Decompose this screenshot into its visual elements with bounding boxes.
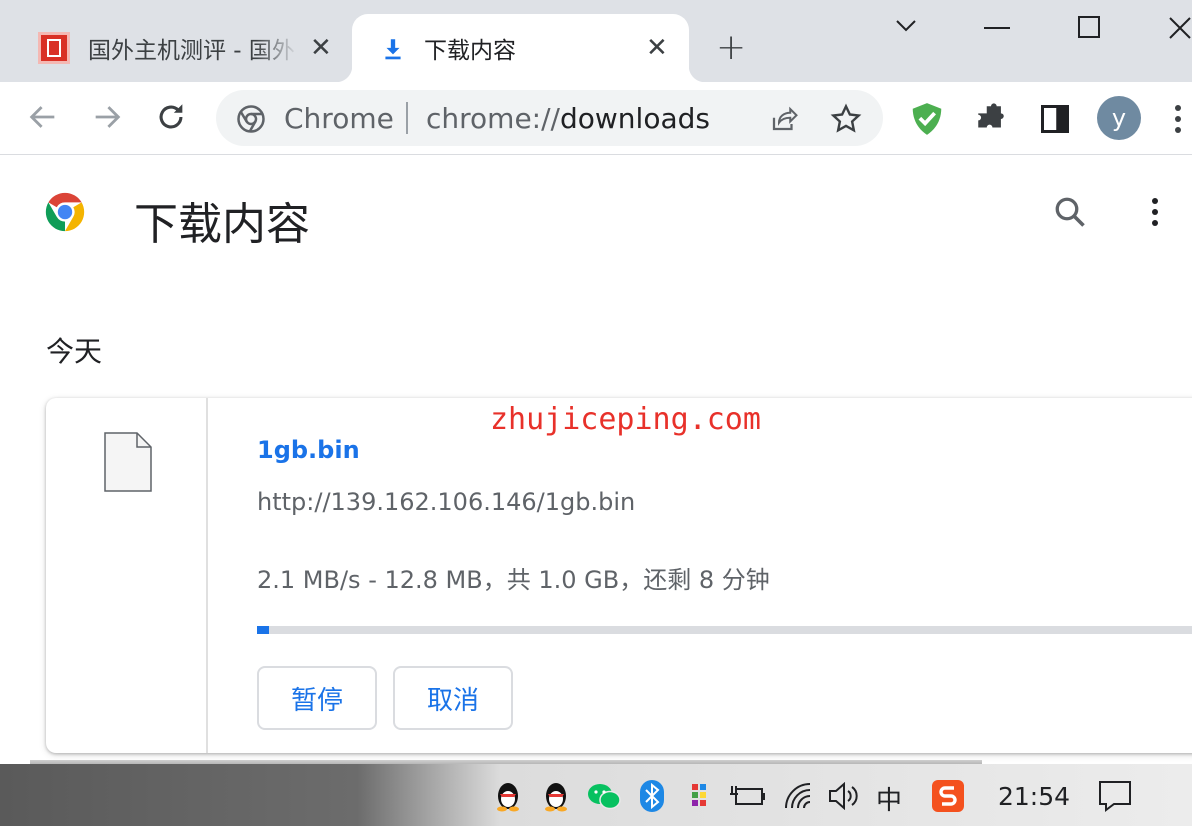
- omnibox-separator: [406, 102, 408, 134]
- cancel-button[interactable]: 取消: [393, 666, 513, 730]
- adguard-shield-icon[interactable]: [908, 100, 946, 138]
- taskbar-clock[interactable]: 21:54: [998, 782, 1070, 811]
- reload-icon[interactable]: [154, 100, 188, 134]
- battery-charging-icon[interactable]: [730, 784, 766, 808]
- sogou-input-icon[interactable]: [932, 780, 964, 812]
- tab-zhujiceping[interactable]: 国外主机测评 - 国外 ✕: [18, 14, 348, 82]
- tab-downloads[interactable]: 下载内容 ✕: [336, 14, 705, 82]
- tab-close-icon[interactable]: ✕: [646, 35, 668, 61]
- tab-close-icon[interactable]: ✕: [310, 35, 332, 61]
- date-section-label: 今天: [46, 335, 103, 368]
- download-progress-fill: [257, 626, 269, 634]
- profile-avatar[interactable]: y: [1097, 96, 1141, 140]
- qq-penguin-icon[interactable]: [542, 780, 570, 812]
- download-status-text: 2.1 MB/s - 12.8 MB，共 1.0 GB，还剩 8 分钟: [257, 566, 770, 594]
- site-favicon-icon: [38, 32, 70, 64]
- maximize-icon[interactable]: [1078, 16, 1100, 38]
- chrome-logo-icon: [45, 192, 85, 232]
- share-icon[interactable]: [768, 104, 800, 134]
- pause-button[interactable]: 暂停: [257, 666, 377, 730]
- download-progress-bar: [257, 626, 1192, 634]
- back-icon[interactable]: [26, 100, 60, 134]
- downloads-header: 下载内容: [0, 156, 1192, 276]
- tab-title: 下载内容: [424, 38, 516, 64]
- volume-icon[interactable]: [828, 782, 860, 810]
- tab-title: 国外主机测评 - 国外: [88, 38, 295, 64]
- file-icon: [104, 432, 152, 492]
- notification-center-icon[interactable]: [1098, 780, 1132, 812]
- card-divider: [206, 398, 208, 753]
- omnibox-site-label: Chrome: [284, 102, 394, 135]
- wifi-icon[interactable]: [784, 782, 816, 810]
- forward-icon[interactable]: [90, 100, 124, 134]
- tab-strip: 国外主机测评 - 国外 ✕ 下载内容 ✕ +: [0, 0, 1192, 82]
- download-file-name-link[interactable]: 1gb.bin: [257, 436, 360, 464]
- qq-penguin-icon[interactable]: [494, 780, 522, 812]
- extensions-puzzle-icon[interactable]: [974, 102, 1008, 136]
- window-close-icon[interactable]: [1168, 16, 1192, 40]
- address-bar[interactable]: Chrome chrome://downloads: [216, 90, 883, 146]
- page-title: 下载内容: [134, 199, 310, 250]
- input-method-indicator[interactable]: 中: [876, 780, 902, 817]
- chrome-site-icon: [237, 105, 265, 133]
- windows-taskbar: 中 21:54: [0, 764, 1192, 826]
- browser-toolbar: Chrome chrome://downloads y: [0, 82, 1192, 155]
- download-source-url[interactable]: http://139.162.106.146/1gb.bin: [257, 488, 635, 516]
- bookmark-star-icon[interactable]: [830, 103, 862, 135]
- download-icon: [385, 39, 401, 60]
- app-tray-icon[interactable]: [690, 782, 710, 810]
- downloads-menu-icon[interactable]: [1148, 196, 1162, 230]
- tab-search-chevron-icon[interactable]: [894, 18, 918, 34]
- watermark-text: zhujiceping.com: [490, 402, 761, 437]
- bluetooth-icon[interactable]: [640, 780, 664, 812]
- chrome-menu-icon[interactable]: [1172, 102, 1184, 136]
- search-icon[interactable]: [1052, 194, 1088, 230]
- download-item-card: 1gb.bin http://139.162.106.146/1gb.bin 2…: [46, 398, 1192, 753]
- new-tab-button[interactable]: +: [716, 30, 746, 66]
- minimize-icon[interactable]: [984, 26, 1010, 30]
- side-panel-icon[interactable]: [1040, 104, 1070, 134]
- omnibox-url[interactable]: chrome://downloads: [426, 102, 710, 135]
- wechat-icon[interactable]: [586, 782, 622, 812]
